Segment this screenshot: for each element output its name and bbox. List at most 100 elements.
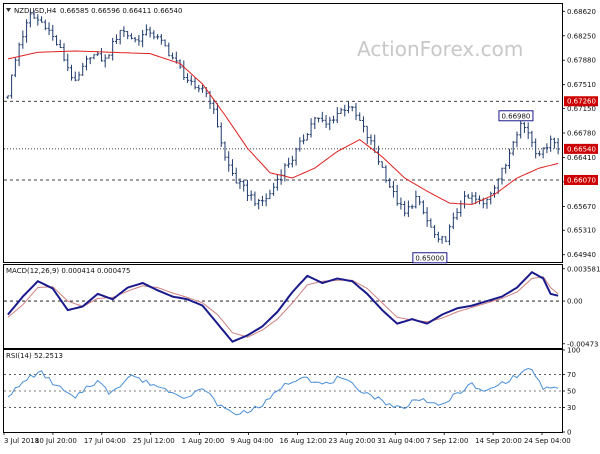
macd-panel-frame — [3, 264, 563, 349]
candle — [339, 107, 343, 114]
price-tick-label: 0.67880 — [567, 57, 596, 65]
candle — [350, 106, 354, 112]
chart-svg: ActionForex.com NZDUSD,H4 0.66585 0.6659… — [3, 3, 600, 445]
candle — [500, 167, 504, 185]
candle — [410, 204, 414, 210]
candle — [530, 130, 534, 148]
price-tick-label: 0.65310 — [567, 227, 596, 235]
candle — [279, 169, 283, 185]
candle — [440, 235, 444, 244]
ohlc-label: 0.66585 0.66596 0.66411 0.66540 — [60, 7, 182, 15]
candle — [227, 151, 231, 172]
candle — [287, 157, 291, 168]
candle — [51, 24, 55, 41]
candle — [358, 112, 362, 121]
candle — [507, 148, 511, 169]
candle — [249, 190, 253, 201]
rsi-series — [7, 367, 559, 416]
date-tick-label: 17 Jul 04:00 — [84, 437, 126, 445]
candle — [534, 138, 538, 159]
candle — [257, 198, 261, 210]
macd-axis-ticks: 0.0035810.00-0.00473 — [562, 265, 600, 348]
macd-tick-label: 0.00 — [567, 298, 583, 306]
candle — [144, 24, 148, 36]
candle — [459, 200, 463, 217]
macd-signal-line — [7, 276, 559, 338]
candle — [335, 107, 339, 124]
candle — [156, 33, 160, 40]
svg-text:0.67260: 0.67260 — [567, 98, 596, 106]
rsi-level-lines — [4, 374, 562, 408]
candle — [230, 159, 234, 176]
macd-line — [7, 270, 559, 343]
candle — [189, 75, 193, 86]
candle — [515, 131, 519, 148]
candle — [361, 116, 365, 133]
candle — [253, 191, 257, 207]
svg-text:0.66980: 0.66980 — [501, 112, 530, 120]
candle — [272, 182, 276, 196]
candle — [343, 104, 347, 117]
candle — [436, 231, 440, 243]
date-tick-label: 24 Sep 04:00 — [524, 437, 571, 445]
candle — [414, 190, 418, 209]
price-annotation-box: 0.65000 — [412, 252, 448, 264]
rsi-tick-label: 0 — [567, 429, 571, 437]
candle — [197, 84, 201, 93]
candle — [81, 62, 85, 76]
candle — [43, 19, 47, 31]
candle — [137, 35, 141, 46]
candle — [245, 179, 249, 202]
candle — [556, 138, 560, 155]
candle — [545, 143, 549, 154]
candle — [118, 29, 122, 45]
price-annotations: 0.66980 0.65000 — [412, 110, 534, 264]
price-annotation-box: 0.66980 — [498, 110, 534, 122]
date-tick-label: 16 Aug 12:00 — [279, 437, 326, 445]
candle — [260, 195, 264, 206]
candle — [519, 120, 523, 139]
candle — [159, 34, 163, 45]
price-tick-label: 0.64940 — [567, 251, 596, 259]
candle — [234, 167, 238, 184]
candle — [25, 19, 29, 43]
candle — [114, 34, 118, 44]
candle — [242, 179, 246, 192]
candle — [309, 118, 313, 138]
rsi-tick-label: 50 — [567, 388, 576, 396]
watermark: ActionForex.com — [357, 37, 523, 61]
candle — [537, 150, 541, 157]
candle — [182, 60, 186, 80]
candle — [522, 122, 526, 133]
candle — [219, 122, 223, 147]
date-tick-label: 31 Aug 04:00 — [377, 437, 424, 445]
date-tick-label: 7 Sep 12:00 — [426, 437, 468, 445]
rsi-tick-label: 100 — [567, 347, 580, 355]
moving-average-series — [7, 50, 559, 205]
candle — [526, 122, 530, 140]
candle — [492, 185, 496, 198]
rsi-label: RSI(14) 52.2513 — [6, 352, 63, 360]
candle — [47, 22, 51, 36]
candle — [418, 195, 422, 206]
chart-root: ActionForex.com NZDUSD,H4 0.66585 0.6659… — [0, 0, 600, 450]
candle — [275, 174, 279, 191]
candle — [268, 189, 272, 200]
candle — [126, 30, 130, 40]
candle — [433, 225, 437, 239]
candle — [10, 74, 14, 99]
candle — [406, 200, 410, 217]
rsi-axis-ticks: 100 70 50 30 0 — [562, 347, 580, 437]
price-tick-label: 0.67510 — [567, 81, 596, 89]
date-tick-label: 9 Aug 04:00 — [231, 437, 274, 445]
candle — [77, 71, 81, 81]
price-tick-label: 0.68250 — [567, 32, 596, 40]
date-tick-label: 25 Jul 12:00 — [133, 437, 175, 445]
rsi-line — [7, 367, 559, 416]
date-tick-label: 3 Jul 2018 — [4, 437, 39, 445]
candle — [111, 37, 115, 61]
candle — [264, 193, 268, 207]
candle — [294, 147, 298, 166]
candle — [70, 64, 74, 81]
price-level-tag: 0.66540 — [564, 143, 598, 154]
